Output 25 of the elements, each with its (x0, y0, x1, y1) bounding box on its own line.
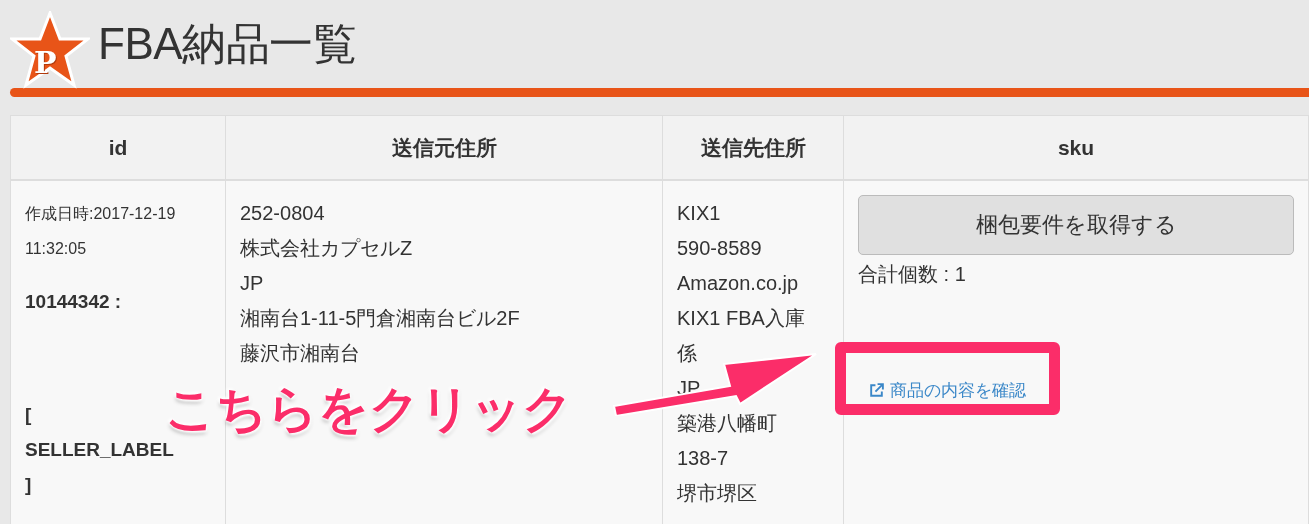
column-header: sku (844, 116, 1309, 181)
column-header: 送信元住所 (226, 116, 663, 181)
total-count: 合計個数 : 1 (858, 262, 967, 287)
address-line: 湘南台1-11-5門倉湘南台ビル2F (240, 306, 521, 331)
address-line: 138-7 (677, 446, 730, 471)
address-line: 築港八幡町 (677, 411, 778, 436)
logo-letter: P (34, 48, 57, 78)
address-line: KIX1 FBA入庫係 (677, 306, 806, 366)
address-line: 252-0804 (240, 201, 326, 226)
shipment-id: 10144342 : (25, 290, 123, 314)
created-date: 作成日時:2017-12-19 11:32:05 (25, 204, 177, 259)
address-line: Amazon.co.jp (677, 271, 800, 296)
get-packing-button[interactable]: 梱包要件を取得する (858, 195, 1294, 255)
star-logo-icon (10, 11, 90, 91)
external-link-icon (868, 382, 885, 399)
address-line: 590-8589 (677, 236, 763, 261)
column-header: id (11, 116, 226, 181)
page-title: FBA納品一覧 (98, 17, 357, 70)
address-line: 藤沢市湘南台 (240, 341, 361, 366)
column-header: 送信先住所 (663, 116, 844, 181)
address-line: JP (240, 271, 265, 296)
address-line: 堺市堺区 (677, 481, 758, 506)
view-items-link[interactable]: 商品の内容を確認 (868, 373, 1026, 408)
address-line: 株式会社カプセルZ (240, 236, 414, 261)
address-line: KIX1 (677, 201, 722, 226)
